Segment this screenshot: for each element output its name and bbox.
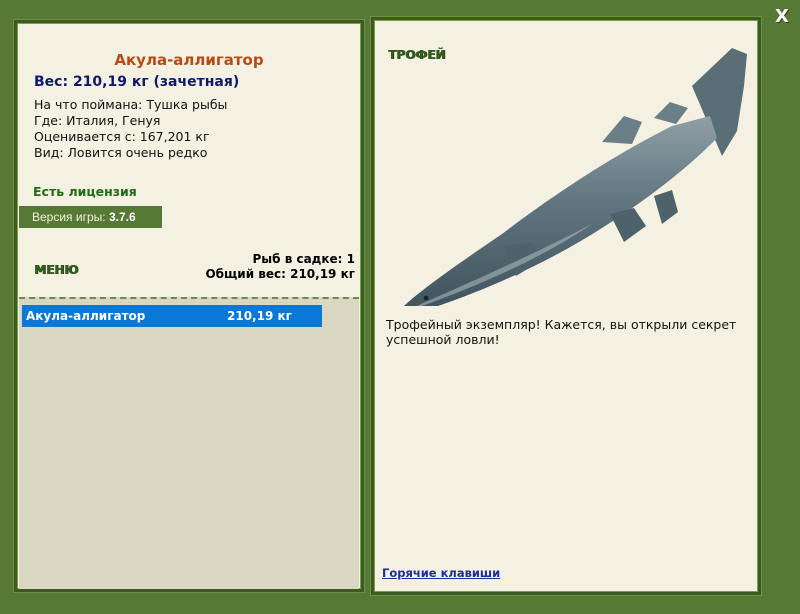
version-value: 3.7.6 xyxy=(108,210,136,224)
fish-name-title: Акула-аллигатор xyxy=(114,51,264,69)
valuation-info: Оценивается с: 167,201 кг xyxy=(34,129,210,144)
fish-weight: Вес: 210,19 кг (зачетная) xyxy=(34,74,240,90)
menu-label: МЕНЮ xyxy=(34,263,79,277)
fish-info-panel: Акула-аллигатор Вес: 210,19 кг (зачетная… xyxy=(14,20,364,592)
close-button[interactable]: X xyxy=(771,6,793,28)
license-status: Есть лицензия xyxy=(33,184,137,199)
keepnet-total-weight: Общий вес: 210,19 кг xyxy=(205,267,355,281)
keepnet-summary: Рыб в садке: 1 Общий вес: 210,19 кг xyxy=(205,252,355,282)
rarity-info: Вид: Ловится очень редко xyxy=(34,145,208,160)
catch-item-weight: 210,19 кг xyxy=(227,309,292,323)
catch-list: Акула-аллигатор 210,19 кг xyxy=(19,297,359,589)
location-info: Где: Италия, Генуя xyxy=(34,113,161,128)
catch-item-name: Акула-аллигатор xyxy=(26,309,146,323)
keepnet-count: Рыб в садке: 1 xyxy=(252,252,356,266)
bait-info: На что поймана: Тушка рыбы xyxy=(34,97,228,112)
catch-list-item[interactable]: Акула-аллигатор 210,19 кг xyxy=(22,305,322,327)
trophy-panel: ТРОФЕЙ Трофейный экземпляр! Кажется, вы … xyxy=(371,17,761,595)
shark-image xyxy=(404,48,747,306)
version-label: Версия игры: xyxy=(32,210,109,224)
version-bar: Версия игры: 3.7.6 xyxy=(19,206,162,228)
hotkeys-link[interactable]: Горячие клавиши xyxy=(382,566,500,580)
trophy-description: Трофейный экземпляр! Кажется, вы открыли… xyxy=(386,317,737,347)
